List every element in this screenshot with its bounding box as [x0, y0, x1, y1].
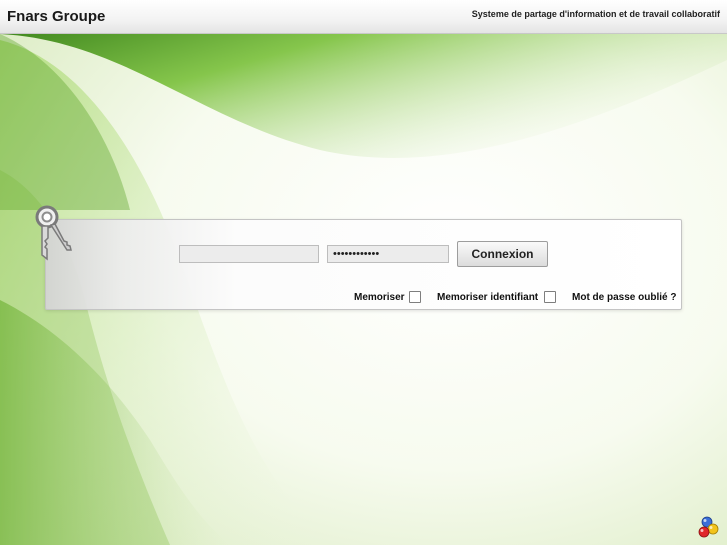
header-bar: Fnars Groupe Systeme de partage d'inform…: [0, 0, 727, 34]
remember-checkbox[interactable]: [409, 291, 421, 303]
password-input[interactable]: [327, 245, 449, 263]
remember-id-label: Memoriser identifiant: [437, 292, 539, 303]
app-title: Fnars Groupe: [7, 8, 106, 25]
remember-id-checkbox[interactable]: [544, 291, 556, 303]
username-input[interactable]: [179, 245, 319, 263]
app-subtitle: Systeme de partage d'information et de t…: [471, 9, 720, 19]
keys-icon: [35, 205, 72, 261]
remember-label: Memoriser: [354, 292, 405, 303]
login-button[interactable]: Connexion: [457, 241, 548, 267]
colored-spheres-logo: [698, 516, 719, 538]
forgot-password-link[interactable]: Mot de passe oublié ?: [572, 292, 676, 303]
